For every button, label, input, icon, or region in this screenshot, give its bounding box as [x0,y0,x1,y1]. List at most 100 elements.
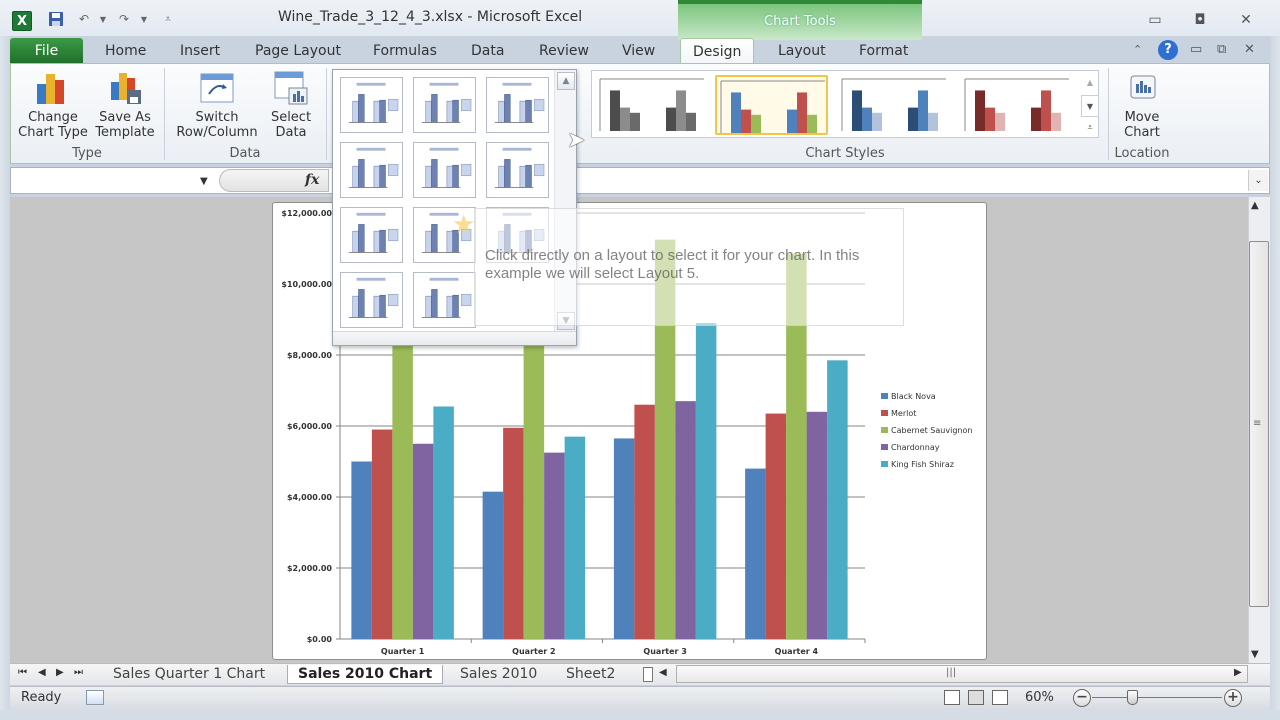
hscroll-right-icon[interactable]: ▶ [1234,667,1242,678]
zoom-in-icon[interactable]: + [1224,689,1242,707]
move-chart-icon [1130,75,1156,99]
redo-dropdown-icon[interactable]: ▼ [136,11,152,27]
chart-layout-7[interactable] [340,207,403,263]
zoom-slider-thumb[interactable] [1127,690,1138,705]
sheet-tab[interactable]: Sales 2010 [450,665,547,684]
scroll-up-icon[interactable]: ▲ [1251,200,1259,211]
switch-row-column-button[interactable]: Switch Row/Column [170,70,264,140]
restore-window-button[interactable]: ◘ [1190,12,1210,28]
minimize-ribbon-icon[interactable]: ⌃ [1133,43,1142,56]
last-sheet-icon[interactable]: ⏭ [74,667,83,678]
chart-layout-11[interactable] [413,272,476,328]
page-break-view-icon[interactable] [992,690,1008,705]
sheet-tab[interactable]: Sheet2 [556,665,625,684]
tab-view[interactable]: View [610,38,667,64]
styles-scroll-down-icon[interactable]: ▼ [1081,95,1099,117]
style-bar [666,107,676,131]
style-bar [610,90,620,131]
chart-style-colorful[interactable] [715,75,828,135]
chart-style-red[interactable] [961,75,1074,135]
name-box[interactable] [12,169,202,192]
tab-format[interactable]: Format [847,38,920,64]
close-window-button[interactable]: ✕ [1236,12,1256,28]
window-frame-left [0,36,10,720]
chart-style-gray[interactable] [596,75,709,135]
zoom-level[interactable]: 60% [1025,690,1054,705]
name-box-dropdown-icon[interactable]: ▼ [200,176,208,187]
legend-entry: Black Nova [891,392,936,401]
tab-layout[interactable]: Layout [766,38,838,64]
tab-review[interactable]: Review [527,38,601,64]
chart-layout-6[interactable] [486,142,549,198]
tab-home[interactable]: Home [93,38,158,64]
tab-page-layout[interactable]: Page Layout [243,38,353,64]
prev-sheet-icon[interactable]: ◀ [38,667,46,678]
tab-insert[interactable]: Insert [168,38,232,64]
save-icon[interactable] [48,11,64,27]
insert-sheet-icon[interactable] [643,667,653,682]
style-bar [975,90,985,131]
save-as-template-line2: Template [95,125,155,140]
first-sheet-icon[interactable]: ⏮ [18,667,27,678]
tab-design[interactable]: Design [680,38,755,64]
styles-more-icon[interactable]: ⩡ [1081,118,1099,138]
group-separator [164,68,165,160]
help-icon[interactable]: ? [1158,40,1178,60]
chart-layout-10[interactable] [340,272,403,328]
undo-dropdown-icon[interactable]: ▼ [95,11,111,27]
chart-layout-2[interactable] [413,77,476,133]
style-bar [995,112,1005,131]
macro-record-icon[interactable] [86,690,104,705]
tab-formulas[interactable]: Formulas [361,38,449,64]
next-sheet-icon[interactable]: ▶ [56,667,64,678]
restore-workbook-icon[interactable]: ⧉ [1217,42,1226,57]
scroll-down-icon[interactable]: ▼ [1251,649,1259,660]
legend-entry: King Fish Shiraz [891,460,954,469]
chart-layout-1[interactable] [340,77,403,133]
change-chart-type-button[interactable]: Change Chart Type [16,70,90,140]
sheet-tab-active[interactable]: Sales 2010 Chart [287,665,444,684]
close-workbook-icon[interactable]: ✕ [1244,42,1255,57]
page-layout-view-icon[interactable] [968,690,984,705]
sheet-tab[interactable]: Sales Quarter 1 Chart [103,665,275,684]
x-tick-label: Quarter 4 [775,647,819,656]
style-bar [787,109,797,133]
normal-view-icon[interactable] [944,690,960,705]
chart-layout-5[interactable] [413,142,476,198]
customize-quick-access-icon[interactable]: ⩡ [160,11,176,27]
style-bar [862,107,872,131]
chart-layout-3[interactable] [486,77,549,133]
styles-scroll-up-icon[interactable]: ▲ [1081,72,1099,94]
gallery-scroll-up-icon[interactable]: ▲ [557,72,575,90]
style-bar [1041,90,1051,131]
save-as-template-line1: Save As [99,110,151,125]
chart-layout-4[interactable] [340,142,403,198]
horizontal-scrollbar[interactable] [676,665,1248,683]
minimize-workbook-icon[interactable]: ▭ [1190,42,1202,57]
redo-icon[interactable]: ↷ [116,11,132,27]
excel-logo-icon[interactable]: X [12,11,32,31]
undo-icon[interactable]: ↶ [76,11,92,27]
minimize-window-button[interactable]: ▭ [1145,12,1165,28]
legend-entry: Chardonnay [891,443,940,452]
select-data-button[interactable]: Select Data [266,70,316,140]
style-bar [807,114,817,133]
tab-file[interactable]: File [10,38,83,64]
insert-function-icon[interactable]: fx [305,172,319,188]
save-as-template-button[interactable]: Save As Template [92,70,158,140]
style-bar [985,107,995,131]
chart-type-icon [37,74,64,104]
zoom-out-icon[interactable]: − [1073,689,1091,707]
gallery-resize-handle[interactable] [333,331,576,345]
chart-style-blue[interactable] [838,75,951,135]
change-chart-type-line2: Chart Type [18,125,88,140]
zoom-slider[interactable] [1092,697,1222,698]
legend-swatch [881,461,888,467]
move-chart-button[interactable]: Move Chart [1114,72,1170,140]
bar-black-nova [482,491,504,639]
hscroll-left-icon[interactable]: ◀ [659,667,667,678]
expand-formula-bar-icon[interactable]: ⌄ [1248,170,1268,191]
bar-king-fish-shiraz [827,360,848,639]
bar-black-nova [745,468,766,639]
tab-data[interactable]: Data [459,38,516,64]
